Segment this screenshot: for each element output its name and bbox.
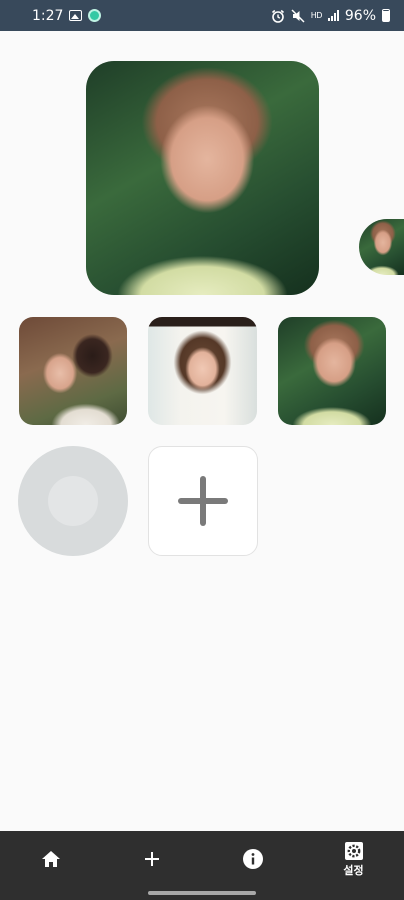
- record-button-inner: [48, 476, 98, 526]
- nav-settings-label: 설정: [343, 863, 364, 877]
- nav-home[interactable]: [0, 831, 101, 887]
- app-notification-icon: [88, 9, 102, 22]
- thumbnail-2[interactable]: [148, 317, 257, 425]
- image-icon: [69, 10, 83, 21]
- nav-info[interactable]: [202, 831, 303, 887]
- status-right: HD 96%: [271, 8, 390, 24]
- system-gesture-area: [0, 887, 404, 900]
- plus-icon: [144, 852, 159, 866]
- nav-settings[interactable]: 설정: [303, 831, 404, 887]
- mute-icon: [291, 8, 305, 23]
- info-icon: [242, 849, 263, 869]
- add-photo-button[interactable]: [148, 446, 258, 556]
- profile-photo-main[interactable]: [86, 61, 319, 295]
- status-time: 1:27: [32, 7, 64, 24]
- alarm-icon: [271, 9, 284, 23]
- profile-photo-next[interactable]: [359, 219, 404, 275]
- record-button[interactable]: [18, 446, 128, 556]
- network-type: HD: [310, 11, 323, 20]
- signal-icon: [327, 10, 339, 21]
- gesture-handle[interactable]: [148, 891, 256, 895]
- thumbnail-1[interactable]: [19, 317, 127, 425]
- gear-icon: [344, 841, 363, 860]
- home-icon: [41, 851, 60, 867]
- bottom-navigation: 설정: [0, 831, 404, 887]
- battery-percent: 96%: [344, 7, 376, 24]
- app-screen: 1:27 HD 96% 설정: [0, 0, 404, 900]
- status-bar: 1:27 HD 96%: [0, 0, 404, 31]
- battery-icon: [382, 9, 390, 22]
- status-left: 1:27: [32, 7, 102, 24]
- nav-add[interactable]: [101, 831, 202, 887]
- thumbnail-3[interactable]: [278, 317, 386, 425]
- plus-icon: [178, 476, 228, 526]
